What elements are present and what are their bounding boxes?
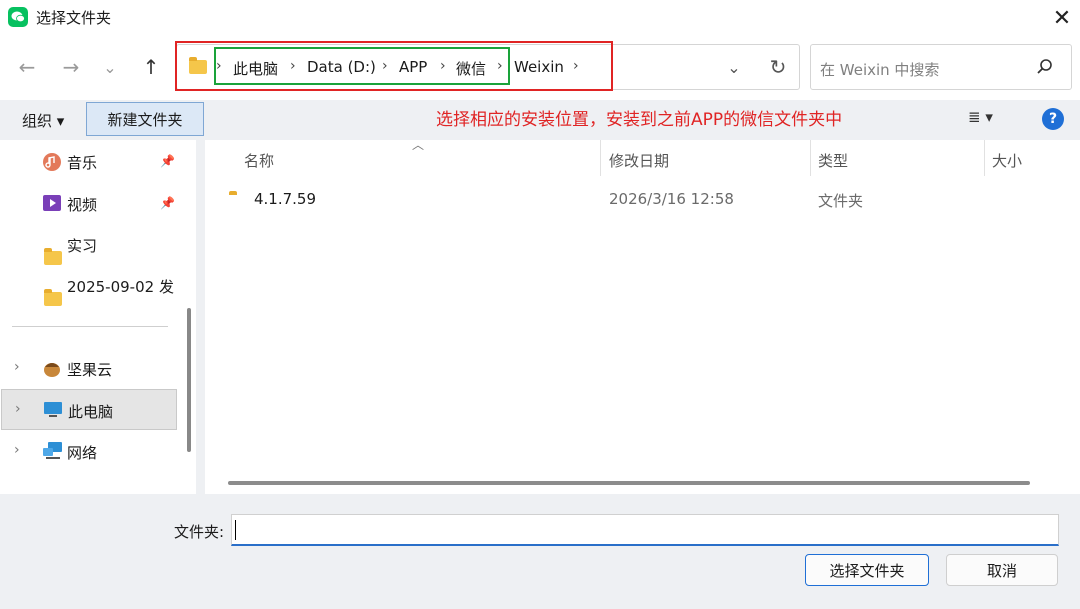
organize-menu[interactable]: 组织 ▾: [22, 110, 64, 131]
network-icon: [42, 441, 64, 465]
sidebar-item-label: 坚果云: [67, 361, 113, 379]
wechat-icon: [8, 7, 28, 27]
window-title: 选择文件夹: [36, 9, 112, 27]
sidebar-item-label: 网络: [67, 444, 98, 462]
computer-icon: [43, 401, 63, 423]
music-icon: [42, 152, 62, 176]
sidebar-item-label: 视频: [67, 196, 98, 214]
title-bar: [0, 0, 1080, 36]
sidebar-item-label: 实习: [67, 237, 98, 255]
sidebar-item-label: 此电脑: [68, 403, 114, 421]
cancel-button[interactable]: 取消: [946, 554, 1058, 586]
recent-locations-button[interactable]: ⌄: [96, 52, 124, 82]
sidebar-item-network[interactable]: › 网络: [0, 432, 180, 470]
close-button[interactable]: ✕: [1048, 4, 1076, 32]
pin-icon: 📌: [160, 154, 175, 168]
select-folder-button[interactable]: 选择文件夹: [805, 554, 929, 586]
refresh-button[interactable]: ↻: [764, 52, 792, 82]
dialog-footer: [0, 494, 1080, 609]
file-list-scrollbar[interactable]: [228, 481, 1030, 485]
search-placeholder: 在 Weixin 中搜索: [820, 61, 940, 79]
folder-field-label: 文件夹:: [174, 523, 225, 541]
view-options-button[interactable]: ≣ ▾: [968, 108, 993, 126]
sidebar-item-label: 2025-09-02 发: [67, 278, 174, 296]
folder-icon: [44, 289, 62, 306]
column-divider[interactable]: [810, 140, 811, 176]
nutstore-icon: [42, 358, 62, 382]
sidebar-divider: [12, 326, 168, 327]
file-name[interactable]: 4.1.7.59: [254, 190, 316, 208]
sidebar-item-videos[interactable]: 视频 📌: [0, 184, 180, 222]
sidebar-scrollbar[interactable]: [187, 308, 191, 452]
address-dropdown-button[interactable]: ⌄: [720, 52, 748, 82]
file-modified: 2026/3/16 12:58: [609, 190, 734, 208]
folder-icon: [44, 248, 62, 265]
expand-chevron-icon[interactable]: ›: [15, 401, 21, 417]
column-divider[interactable]: [600, 140, 601, 176]
column-header-size[interactable]: 大小: [992, 150, 1022, 171]
up-button[interactable]: ↑: [136, 52, 166, 82]
help-icon[interactable]: ?: [1042, 108, 1064, 130]
column-header-type[interactable]: 类型: [818, 150, 848, 171]
sort-ascending-icon: ︿: [412, 138, 425, 152]
column-divider[interactable]: [984, 140, 985, 176]
sidebar-item-music[interactable]: 音乐 📌: [0, 142, 180, 180]
annotation-green-box: [214, 47, 510, 85]
folder-name-input[interactable]: [231, 514, 1059, 546]
sidebar-item-internship[interactable]: 实习: [0, 225, 180, 265]
video-icon: [42, 193, 62, 217]
forward-button[interactable]: →: [56, 52, 86, 82]
file-type: 文件夹: [818, 192, 864, 210]
column-header-modified[interactable]: 修改日期: [609, 150, 669, 171]
sidebar-item-nutstore[interactable]: › 坚果云: [0, 349, 180, 387]
text-caret: [235, 520, 236, 540]
sidebar-item-2025-09-02[interactable]: 2025-09-02 发: [0, 266, 180, 306]
search-icon[interactable]: [1036, 58, 1054, 80]
new-folder-button[interactable]: 新建文件夹: [86, 102, 204, 136]
expand-chevron-icon[interactable]: ›: [14, 442, 20, 458]
column-header-name[interactable]: 名称: [244, 150, 274, 171]
expand-chevron-icon[interactable]: ›: [14, 359, 20, 375]
back-button[interactable]: ←: [12, 52, 42, 82]
sidebar-item-this-pc[interactable]: › 此电脑: [1, 389, 177, 430]
sidebar-item-label: 音乐: [67, 154, 98, 172]
pin-icon: 📌: [160, 196, 175, 210]
annotation-text: 选择相应的安装位置，安装到之前APP的微信文件夹中: [436, 110, 843, 130]
